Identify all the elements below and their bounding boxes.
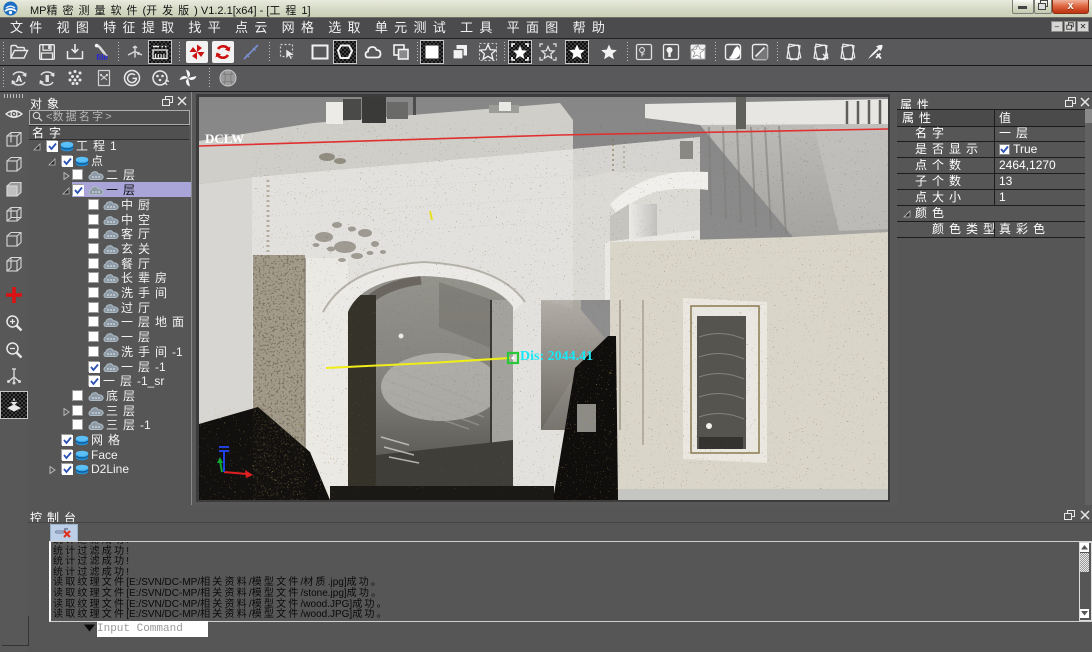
svg-text:Dis: 2044.41: Dis: 2044.41 [520, 349, 593, 364]
svg-text:file: file [96, 53, 108, 61]
svg-text:A: A [16, 74, 23, 84]
svg-text:DCLW: DCLW [205, 131, 244, 146]
